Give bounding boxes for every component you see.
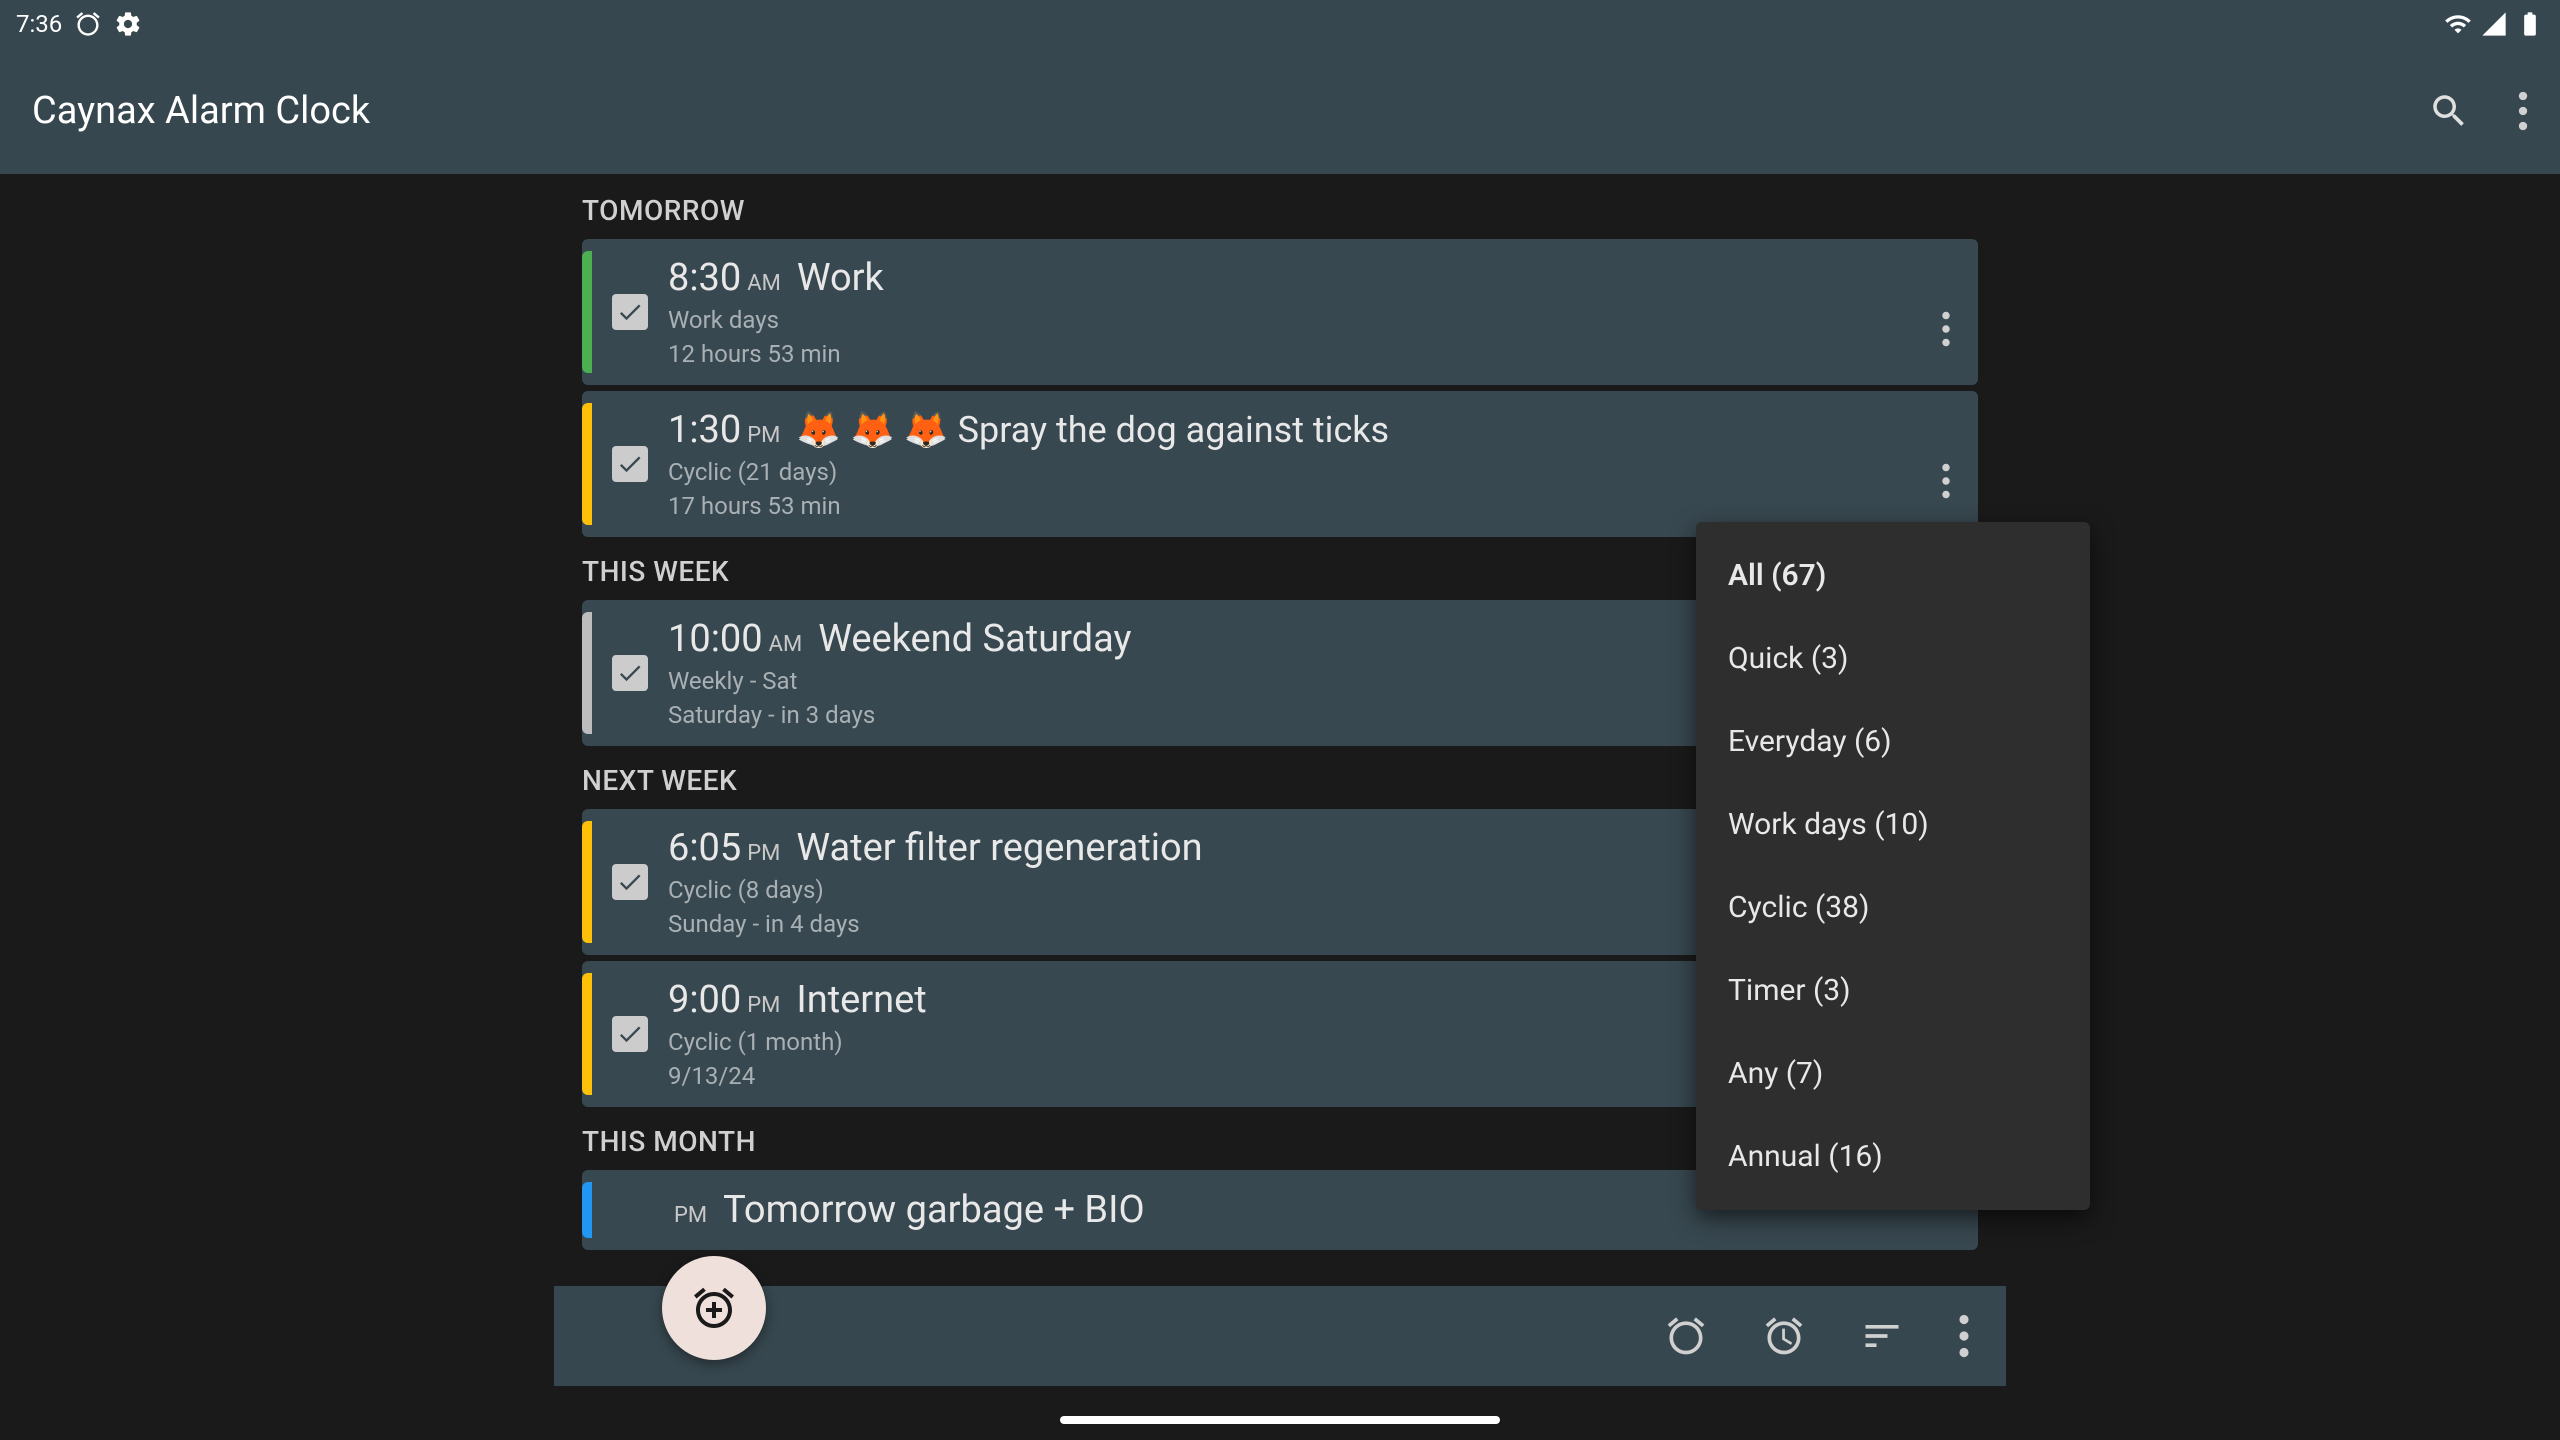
app-bar: Caynax Alarm Clock [0, 48, 2560, 174]
stripe [582, 821, 592, 943]
alarm-title: Internet [796, 978, 926, 1022]
signal-icon [2480, 10, 2508, 38]
section-header: TOMORROW [582, 182, 1978, 239]
nav-handle[interactable] [1060, 1416, 1500, 1424]
app-title: Caynax Alarm Clock [32, 89, 370, 133]
filter-item-timer[interactable]: Timer (3) [1696, 949, 2090, 1032]
alarm-time: 10:00 [668, 617, 763, 661]
alarm-card[interactable]: 1:30 PM 🦊 🦊 🦊 Spray the dog against tick… [582, 391, 1978, 537]
alarm-time: 1:30 [668, 408, 741, 452]
add-alarm-fab[interactable] [662, 1256, 766, 1360]
checkbox[interactable] [612, 655, 648, 691]
bottom-more-icon[interactable] [1958, 1314, 1970, 1358]
alarm-title: 🦊 🦊 🦊 Spray the dog against ticks [796, 409, 1389, 451]
alarm-icon [74, 10, 102, 38]
filter-item-cyclic[interactable]: Cyclic (38) [1696, 866, 2090, 949]
alarm-time-suffix: AM [747, 271, 781, 296]
alarm-title: Work [797, 256, 884, 300]
checkbox[interactable] [612, 446, 648, 482]
wifi-icon [2444, 10, 2472, 38]
status-bar: 7:36 [0, 0, 2560, 48]
card-more-icon[interactable] [1938, 463, 1954, 499]
stripe [582, 403, 592, 525]
alarm-meta: 12 hours 53 min [668, 340, 1938, 368]
alarm-time-suffix: PM [747, 423, 780, 448]
bottom-bar [554, 1286, 2006, 1386]
gear-icon [114, 10, 142, 38]
sort-icon[interactable] [1860, 1314, 1904, 1358]
alarm-meta: Work days [668, 306, 1938, 334]
search-icon[interactable] [2428, 90, 2470, 132]
filter-menu: All (67) Quick (3) Everyday (6) Work day… [1696, 522, 2090, 1210]
stripe [582, 1182, 592, 1238]
alarm-time: 9:00 [668, 978, 741, 1022]
checkbox[interactable] [612, 864, 648, 900]
alarm-time-suffix: AM [769, 632, 803, 657]
alarm-meta: Cyclic (21 days) [668, 458, 1938, 486]
content: TOMORROW 8:30 AM Work Work days 12 hours… [0, 174, 2560, 1440]
alarm-time-suffix: PM [747, 993, 780, 1018]
alarm-title: Water filter regeneration [796, 826, 1202, 870]
checkbox[interactable] [612, 1016, 648, 1052]
alarm-title: Tomorrow garbage + BIO [723, 1188, 1145, 1232]
alarm-time: 8:30 [668, 256, 741, 300]
status-time: 7:36 [16, 10, 62, 38]
filter-item-any[interactable]: Any (7) [1696, 1032, 2090, 1115]
stripe [582, 251, 592, 373]
stripe [582, 973, 592, 1095]
alarm-card[interactable]: 8:30 AM Work Work days 12 hours 53 min [582, 239, 1978, 385]
alarm-time: 6:05 [668, 826, 741, 870]
stripe [582, 612, 592, 734]
alarm-time-suffix: PM [747, 841, 780, 866]
filter-item-annual[interactable]: Annual (16) [1696, 1115, 2090, 1198]
more-icon[interactable] [2518, 91, 2528, 131]
alarm-off-icon[interactable] [1664, 1314, 1708, 1358]
alarm-meta: 17 hours 53 min [668, 492, 1938, 520]
filter-item-all[interactable]: All (67) [1696, 534, 2090, 617]
alarm-on-icon[interactable] [1762, 1314, 1806, 1358]
filter-item-workdays[interactable]: Work days (10) [1696, 783, 2090, 866]
filter-item-quick[interactable]: Quick (3) [1696, 617, 2090, 700]
alarm-time-suffix: PM [674, 1203, 707, 1228]
card-more-icon[interactable] [1938, 311, 1954, 347]
checkbox[interactable] [612, 294, 648, 330]
filter-item-everyday[interactable]: Everyday (6) [1696, 700, 2090, 783]
battery-icon [2516, 10, 2544, 38]
alarm-title: Weekend Saturday [818, 617, 1131, 661]
